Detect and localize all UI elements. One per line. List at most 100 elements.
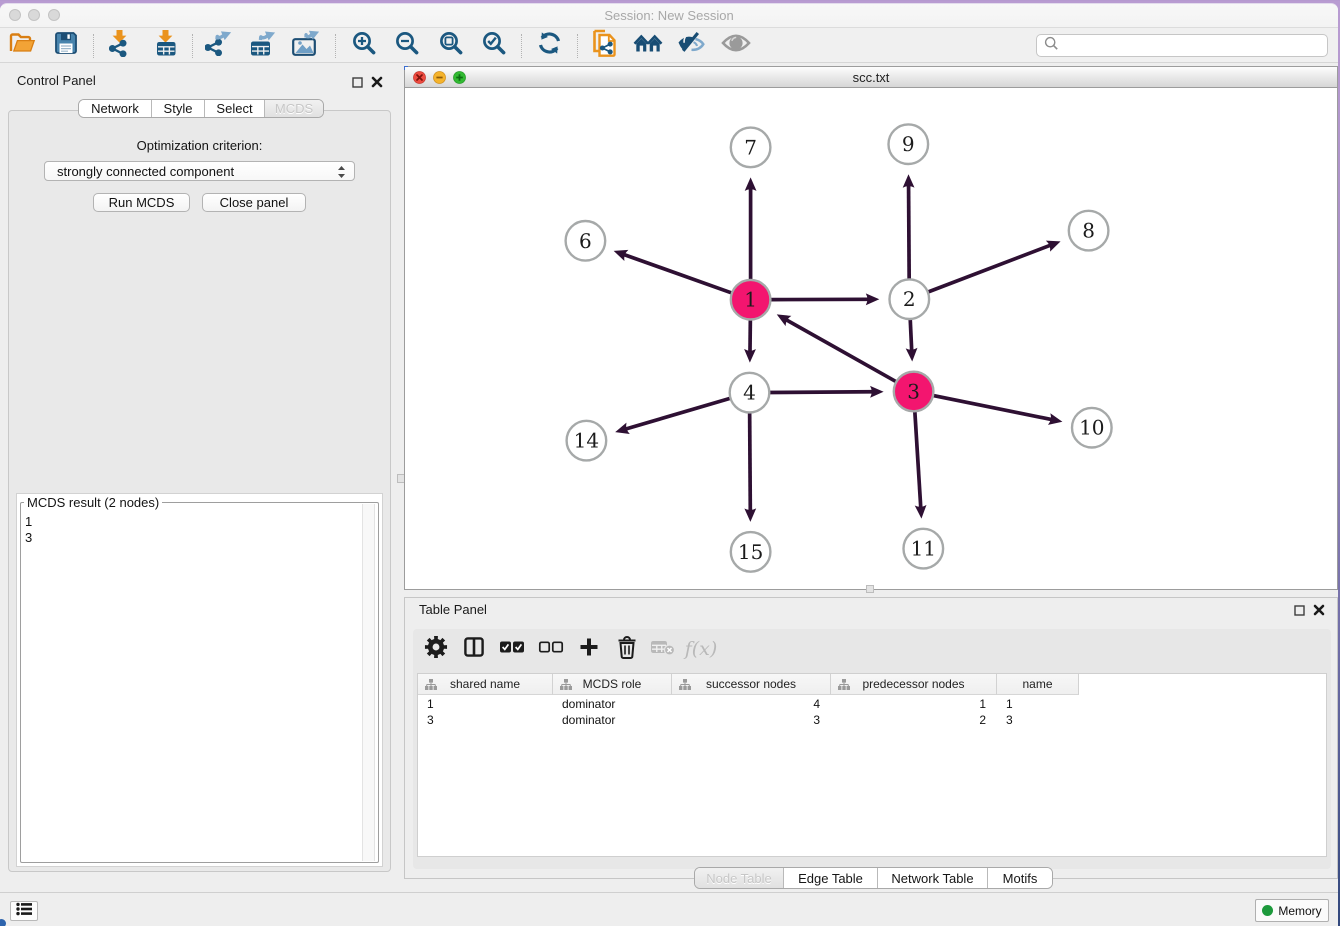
show-graphics-details-button[interactable] (719, 28, 753, 62)
mcds-result-title: MCDS result (2 nodes) (24, 495, 162, 510)
export-network-button[interactable] (202, 28, 236, 62)
delete-entry-button[interactable] (612, 634, 642, 664)
horizontal-splitter-handle[interactable] (866, 585, 874, 593)
memory-status-icon (1262, 905, 1273, 916)
column-header-label: shared name (450, 677, 520, 691)
export-table-button[interactable] (245, 28, 279, 62)
graph-node-label-11: 11 (911, 537, 936, 561)
tab-style[interactable]: Style (152, 100, 205, 117)
mcds-result-item[interactable]: 3 (25, 530, 32, 546)
tab-network[interactable]: Network (79, 100, 152, 117)
delete-entry-icon (616, 635, 638, 664)
graph-edge-3-1[interactable] (787, 320, 897, 382)
table-cell[interactable]: dominator (553, 696, 672, 712)
criterion-dropdown[interactable]: strongly connected component (44, 161, 355, 181)
open-session-button[interactable] (5, 28, 39, 62)
search-input[interactable] (1036, 34, 1328, 57)
settings-gear-button[interactable] (421, 634, 451, 664)
graph-edge-1-6[interactable] (624, 255, 732, 294)
table-cell[interactable]: 1 (997, 696, 1079, 712)
column-header-label: predecessor nodes (862, 677, 964, 691)
mcds-result-box: MCDS result (2 nodes) 13 (16, 493, 383, 867)
graph-edge-4-14[interactable] (626, 398, 731, 429)
table-panel-float-icon[interactable] (1294, 603, 1305, 621)
table-panel-title: Table Panel (419, 602, 487, 617)
table-cell[interactable]: 2 (831, 712, 997, 728)
column-header-shared-name[interactable]: shared name (418, 674, 553, 695)
task-history-button[interactable] (10, 901, 38, 921)
table-cell[interactable]: 1 (831, 696, 997, 712)
control-panel-tabs: NetworkStyleSelectMCDS (78, 99, 324, 118)
control-panel-close-icon[interactable] (371, 75, 383, 93)
table-cell[interactable]: dominator (553, 712, 672, 728)
select-all-button[interactable] (497, 634, 527, 664)
graph-node-label-2: 2 (903, 287, 916, 311)
table-cell[interactable]: 3 (672, 712, 831, 728)
table-row[interactable]: 1dominator411 (418, 696, 1326, 712)
network-window-title: scc.txt (405, 67, 1337, 88)
graph-edge-4-15[interactable] (750, 412, 751, 511)
graph-edge-3-10[interactable] (932, 395, 1051, 419)
tab-motifs[interactable]: Motifs (988, 868, 1052, 888)
apply-layout-button[interactable] (532, 28, 566, 62)
table-cell[interactable]: 4 (672, 696, 831, 712)
graph-edge-3-11[interactable] (915, 410, 921, 507)
run-mcds-button[interactable]: Run MCDS (93, 193, 190, 212)
graph-edge-2-3[interactable] (910, 318, 911, 350)
mcds-result-list[interactable]: 13 (25, 514, 32, 546)
node-table: shared name MCDS role successor nodes pr… (417, 673, 1327, 857)
column-header-name[interactable]: name (997, 674, 1079, 695)
table-cell[interactable]: 3 (997, 712, 1079, 728)
control-panel-float-icon[interactable] (352, 75, 363, 93)
zoom-in-button[interactable] (346, 28, 380, 62)
table-row[interactable]: 3dominator323 (418, 712, 1326, 728)
graph-edge-arrowhead (870, 386, 884, 398)
table-cell[interactable]: 1 (418, 696, 553, 712)
copy-network-button[interactable] (588, 28, 622, 62)
zoom-out-button[interactable] (389, 28, 423, 62)
graph-node-label-8: 8 (1082, 219, 1095, 243)
toolbar-separator (192, 34, 193, 58)
zoom-selected-button[interactable] (476, 28, 510, 62)
main-toolbar (0, 28, 1338, 63)
import-table-button[interactable] (149, 28, 183, 62)
column-header-MCDS-role[interactable]: MCDS role (553, 674, 672, 695)
toggle-selected-visibility-button[interactable] (674, 28, 708, 62)
status-bar: Memory (0, 892, 1338, 926)
tab-select[interactable]: Select (205, 100, 265, 117)
criterion-value: strongly connected component (57, 164, 234, 179)
graph-edge-4-3[interactable] (768, 392, 872, 393)
zoom-fit-button[interactable] (433, 28, 467, 62)
add-entry-icon (578, 636, 600, 663)
zoom-selected-icon (481, 30, 506, 60)
graph-node-label-4: 4 (743, 381, 756, 405)
save-session-button[interactable] (49, 28, 83, 62)
tab-network-table[interactable]: Network Table (878, 868, 988, 888)
tab-node-table[interactable]: Node Table (695, 868, 784, 888)
graph-edge-2-8[interactable] (927, 245, 1050, 292)
toggle-selected-visibility-icon (677, 31, 705, 60)
graph-edge-2-9[interactable] (909, 186, 910, 281)
tab-edge-table[interactable]: Edge Table (784, 868, 878, 888)
network-window-titlebar[interactable]: scc.txt (405, 67, 1337, 88)
desktop: Session: New Session (0, 0, 1340, 926)
table-panel-close-icon[interactable] (1313, 603, 1325, 621)
add-entry-button[interactable] (574, 634, 604, 664)
export-image-button[interactable] (288, 28, 322, 62)
list-icon (16, 902, 32, 921)
import-network-button[interactable] (105, 28, 139, 62)
home-button[interactable] (631, 28, 665, 62)
app-window: Session: New Session (0, 3, 1338, 926)
table-cell[interactable]: 3 (418, 712, 553, 728)
memory-button[interactable]: Memory (1255, 899, 1329, 922)
show-graphics-details-icon (721, 32, 751, 59)
close-panel-button[interactable]: Close panel (202, 193, 306, 212)
split-view-button[interactable] (459, 634, 489, 664)
tab-mcds[interactable]: MCDS (265, 100, 323, 117)
column-header-successor-nodes[interactable]: successor nodes (672, 674, 831, 695)
network-canvas[interactable]: 7968124314101511 (405, 88, 1337, 589)
toolbar-separator (521, 34, 522, 58)
mcds-result-item[interactable]: 1 (25, 514, 32, 530)
deselect-all-button[interactable] (536, 634, 566, 664)
column-header-predecessor-nodes[interactable]: predecessor nodes (831, 674, 997, 695)
